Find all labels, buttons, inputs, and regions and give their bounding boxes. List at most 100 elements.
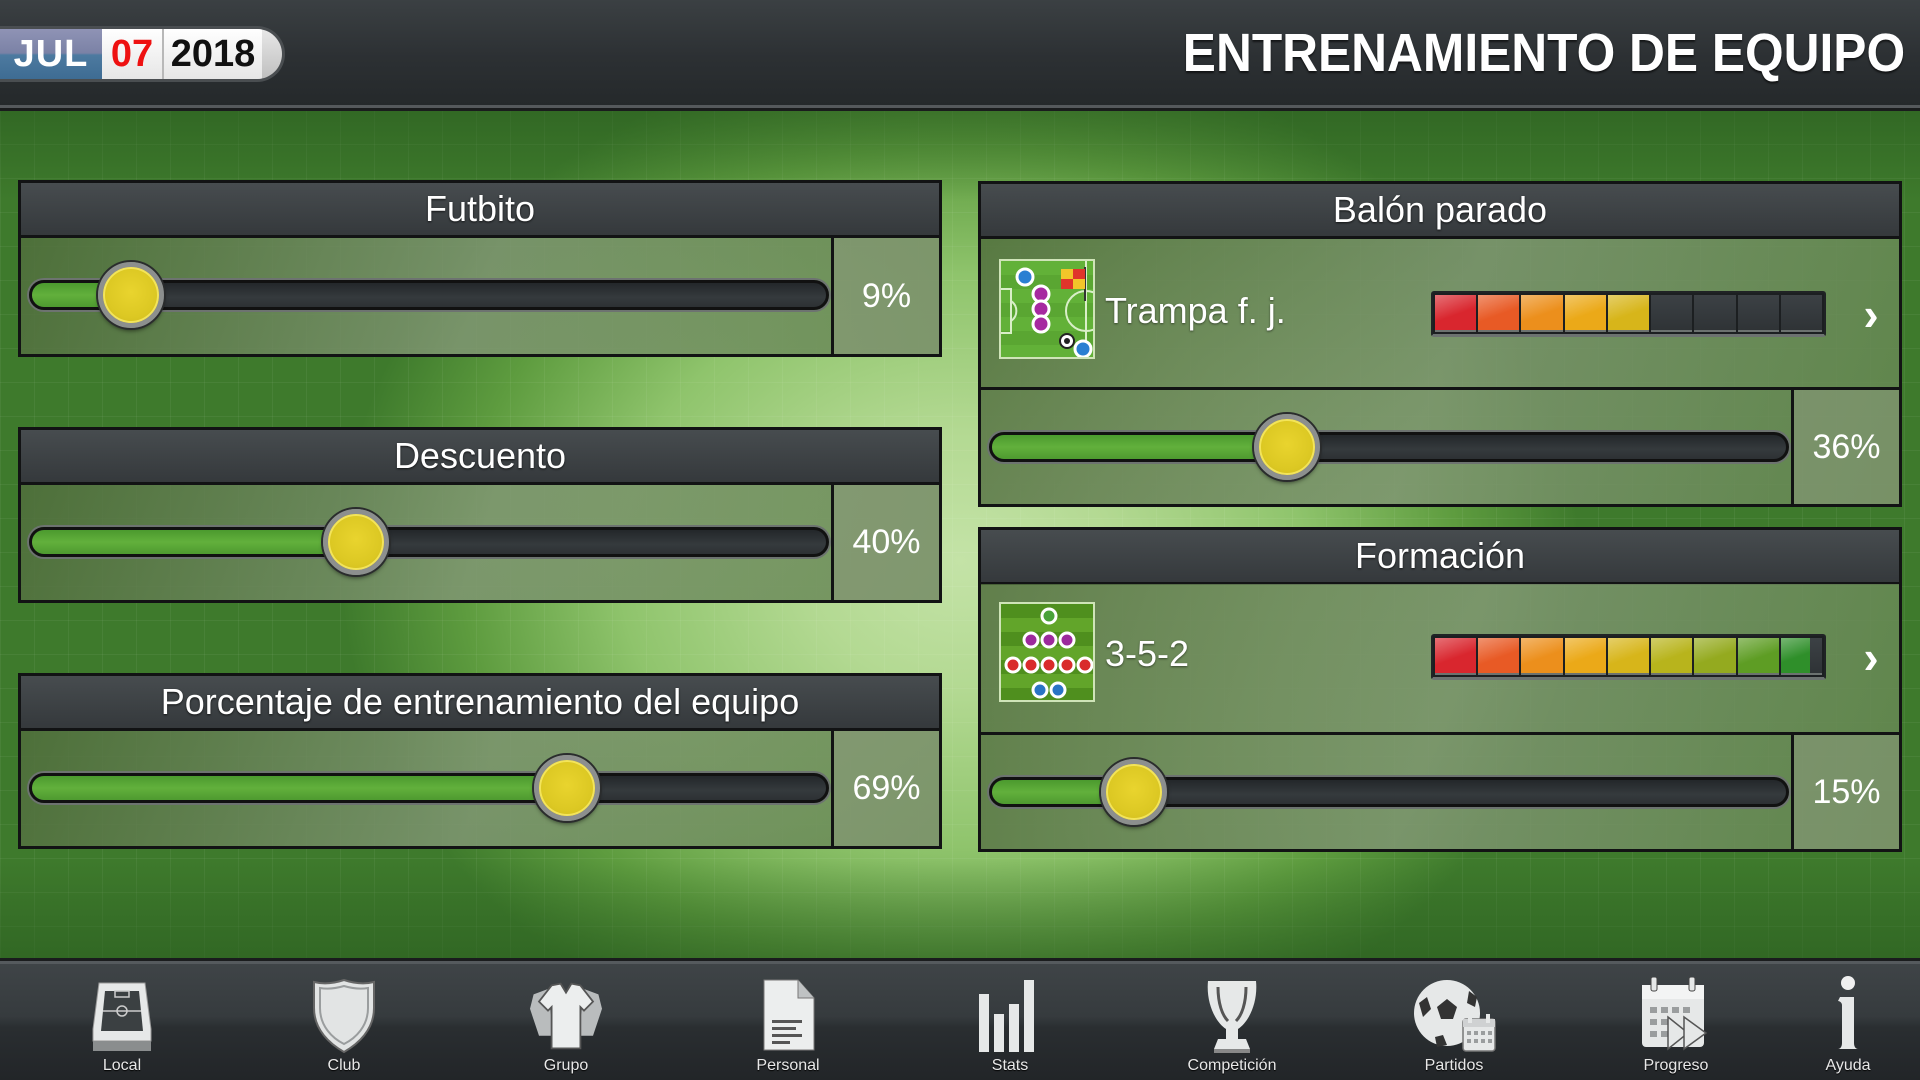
date-day: 07	[102, 29, 164, 79]
rating-segment	[1651, 638, 1693, 675]
set-piece-panel: Balón parado Trampa f. j. › 36%	[978, 181, 1902, 507]
rating-segment-fill	[1564, 295, 1606, 330]
bar-chart-icon	[965, 977, 1055, 1055]
date-year: 2018	[164, 29, 262, 79]
rating-segment-fill	[1521, 295, 1563, 330]
descuento-title: Descuento	[18, 427, 942, 485]
set-piece-value: 36%	[1791, 390, 1899, 504]
futbito-slider-handle[interactable]	[97, 262, 164, 328]
shirts-icon	[521, 977, 611, 1055]
nav-ayuda[interactable]: Ayuda	[1778, 964, 1918, 1080]
team-training-slider-handle[interactable]	[534, 755, 601, 821]
chevron-right-icon[interactable]: ›	[1851, 288, 1891, 340]
rating-segment	[1564, 638, 1606, 675]
nav-personal-label: Personal	[756, 1057, 820, 1074]
rating-segment	[1478, 638, 1520, 675]
set-piece-selector[interactable]: Trampa f. j. ›	[981, 239, 1899, 390]
team-training-value: 69%	[831, 731, 939, 846]
stadium-icon	[77, 977, 167, 1055]
rating-segment	[1694, 295, 1736, 332]
nav-partidos-label: Partidos	[1424, 1057, 1484, 1074]
set-piece-title: Balón parado	[978, 181, 1902, 239]
nav-progreso-label: Progreso	[1643, 1057, 1709, 1074]
rating-segment-fill	[1564, 638, 1606, 673]
rating-segment-fill	[1478, 638, 1520, 673]
date-month: JUL	[0, 29, 102, 79]
rating-segment-fill	[1521, 638, 1563, 673]
rating-segment-fill	[1607, 295, 1650, 330]
document-icon	[743, 977, 833, 1055]
rating-segment	[1737, 638, 1779, 675]
date-badge: JUL 07 2018	[0, 26, 285, 82]
rating-segment-fill	[1478, 295, 1520, 330]
nav-personal[interactable]: Personal	[718, 964, 858, 1080]
rating-segment	[1435, 638, 1477, 675]
shield-icon	[299, 977, 389, 1055]
bottom-nav: Local Club Grupo Personal Stats Competic…	[0, 958, 1920, 1080]
futbito-panel: Futbito 9%	[18, 180, 942, 357]
rating-segment	[1478, 295, 1520, 332]
formation-rating-bar	[1431, 634, 1826, 680]
formation-selector[interactable]: 3-5-2 ›	[981, 584, 1899, 735]
rating-segment	[1607, 638, 1650, 675]
rating-segment-fill	[1435, 638, 1477, 673]
formation-slider-handle[interactable]	[1101, 759, 1168, 825]
descuento-value: 40%	[831, 485, 939, 600]
formation-title: Formación	[978, 527, 1902, 585]
nav-grupo-label: Grupo	[543, 1057, 589, 1074]
nav-grupo[interactable]: Grupo	[496, 964, 636, 1080]
set-piece-body: Trampa f. j. › 36%	[978, 239, 1902, 507]
set-piece-rating-bar	[1431, 291, 1826, 337]
rating-segment	[1564, 295, 1606, 332]
slider-fill	[32, 530, 357, 554]
nav-ayuda-label: Ayuda	[1825, 1057, 1871, 1074]
futbito-title: Futbito	[18, 180, 942, 238]
rating-segment	[1651, 295, 1693, 332]
background-shade-bottom	[0, 860, 1920, 961]
nav-progreso[interactable]: Progreso	[1606, 964, 1746, 1080]
set-piece-slider[interactable]	[989, 432, 1789, 462]
rating-segment	[1780, 638, 1822, 675]
rating-segment-fill	[1780, 638, 1810, 673]
nav-stats-label: Stats	[991, 1057, 1029, 1074]
formation-value: 15%	[1791, 735, 1899, 849]
formation-diagram-icon	[999, 602, 1095, 702]
nav-local-label: Local	[102, 1057, 142, 1074]
nav-club-label: Club	[327, 1057, 361, 1074]
set-piece-name: Trampa f. j.	[1105, 290, 1286, 331]
rating-segment	[1521, 295, 1563, 332]
nav-competicion[interactable]: Competición	[1162, 964, 1302, 1080]
rating-segment	[1737, 295, 1779, 332]
futbito-body: 9%	[18, 238, 942, 357]
nav-club[interactable]: Club	[274, 964, 414, 1080]
rating-segment-fill	[1651, 638, 1693, 673]
descuento-panel: Descuento 40%	[18, 427, 942, 603]
descuento-slider[interactable]	[29, 527, 829, 557]
calendar-forward-icon	[1631, 977, 1721, 1055]
nav-stats[interactable]: Stats	[940, 964, 1080, 1080]
top-bar: JUL 07 2018 ENTRENAMIENTO DE EQUIPO	[0, 0, 1920, 111]
rating-segment-fill	[1435, 295, 1477, 330]
page-title: ENTRENAMIENTO DE EQUIPO	[1182, 23, 1905, 83]
team-training-body: 69%	[18, 731, 942, 849]
descuento-body: 40%	[18, 485, 942, 603]
set-piece-diagram-icon	[999, 259, 1095, 359]
slider-fill	[992, 435, 1288, 459]
rating-segment	[1780, 295, 1822, 332]
team-training-title: Porcentaje de entrenamiento del equipo	[18, 673, 942, 731]
futbito-value: 9%	[831, 238, 939, 354]
nav-local[interactable]: Local	[52, 964, 192, 1080]
rating-segment	[1694, 638, 1736, 675]
descuento-slider-handle[interactable]	[323, 509, 390, 575]
chevron-right-icon[interactable]: ›	[1851, 631, 1891, 683]
formation-body: 3-5-2 › 15%	[978, 584, 1902, 852]
nav-competicion-label: Competición	[1187, 1057, 1277, 1074]
info-icon	[1803, 976, 1893, 1055]
rating-segment-fill	[1737, 638, 1779, 673]
rating-segment	[1521, 638, 1563, 675]
rating-segment	[1607, 295, 1650, 332]
nav-partidos[interactable]: Partidos	[1384, 964, 1524, 1080]
team-training-slider[interactable]	[29, 773, 829, 803]
rating-segment-fill	[1694, 638, 1736, 673]
set-piece-slider-handle[interactable]	[1254, 414, 1321, 480]
